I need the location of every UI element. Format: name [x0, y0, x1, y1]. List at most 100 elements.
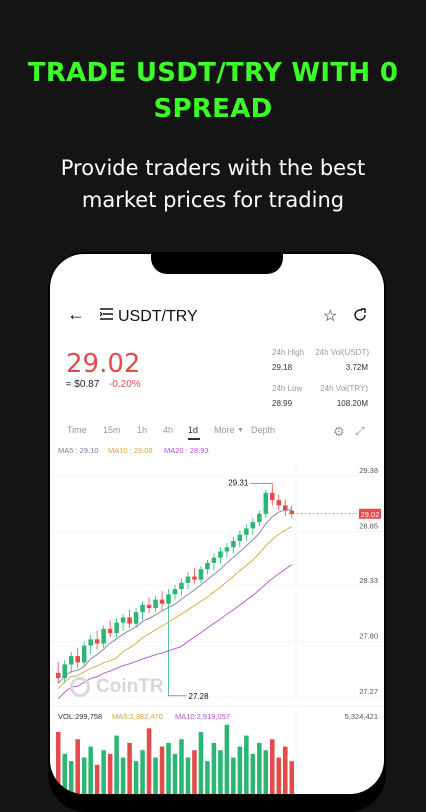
menu-list-icon[interactable] [99, 307, 113, 320]
tab-1d[interactable]: 1d [188, 425, 198, 435]
vol-label: VOL:299,758 [58, 712, 103, 721]
ma20-label: MA20 : 28.93 [164, 446, 209, 455]
candle-body [237, 534, 243, 541]
candle-body [94, 639, 100, 644]
stat-low-value: 28.99 [272, 399, 293, 408]
volume-bar [192, 750, 197, 794]
candle-body [205, 562, 210, 570]
stat-vol-try-label: 24h Vol(TRY) [320, 384, 368, 393]
price-change: -0.20% [109, 379, 141, 390]
candle-body [244, 528, 249, 535]
stat-vol-usdt-label: 24h Vol(USDT) [315, 348, 369, 357]
candle-body [68, 656, 74, 665]
tab-time[interactable]: Time [67, 425, 87, 435]
candle-body [159, 599, 165, 604]
promo-headline-line2: SPREAD [153, 94, 273, 124]
volume-bar [107, 753, 113, 794]
candle-body [289, 510, 295, 514]
volume-bar [237, 746, 243, 794]
candle-body [114, 622, 119, 634]
volume-bar [94, 764, 100, 794]
volume-bar [81, 757, 87, 794]
settings-icon[interactable]: ⚙ [333, 424, 345, 440]
candle-body [198, 569, 204, 580]
candle-body [185, 576, 191, 583]
stat-vol-try-value: 108.20M [336, 399, 368, 408]
phone-notch [151, 254, 283, 274]
volume-bar [159, 746, 165, 794]
volume-bar [127, 742, 132, 794]
candle-body [211, 557, 217, 563]
vol-ma5-label: MA5:2,382,470 [112, 712, 163, 721]
volume-bar [120, 757, 126, 794]
tab-depth[interactable]: Depth [251, 425, 275, 435]
y-tick-label: 27.27 [359, 687, 378, 696]
volume-bar [133, 761, 139, 794]
volume-bar [250, 753, 256, 794]
volume-bar [218, 750, 223, 794]
candle-body [101, 628, 106, 644]
volume-bar [185, 757, 191, 794]
volume-bar [140, 750, 145, 794]
candle-body [276, 500, 282, 506]
stat-high-label: 24h High [272, 348, 305, 357]
tab-active-underline [188, 438, 200, 440]
volume-bar [172, 753, 178, 794]
volume-bar [211, 742, 217, 794]
volume-bar [75, 739, 80, 794]
volume-bar [198, 731, 204, 794]
candle-body [263, 492, 269, 514]
volume-bar [179, 739, 184, 794]
candle-body [140, 604, 145, 613]
y-tick-label: 28.85 [359, 522, 378, 531]
candle-body [257, 513, 262, 523]
volume-bar [224, 724, 230, 794]
ma10-label: MA10 : 29.08 [108, 446, 153, 455]
volume-bar [146, 728, 152, 794]
candle-body [133, 612, 139, 624]
candle-body [250, 522, 256, 529]
promo-subline: Provide traders with the best market pri… [0, 152, 426, 216]
vol-max-label: 5,324,421 [344, 712, 378, 721]
volume-bar [114, 735, 119, 794]
vol-ma10-label: MA10:2,919,057 [175, 712, 231, 721]
volume-bar [257, 742, 262, 794]
volume-bar [166, 742, 171, 794]
tab-15m[interactable]: 15m [103, 425, 121, 435]
tab-more[interactable]: More [214, 425, 235, 435]
ma5-label: MA5 : 29.10 [58, 446, 99, 455]
volume-bar [101, 750, 106, 794]
candle-body [55, 672, 61, 679]
share-icon[interactable] [353, 308, 367, 327]
back-arrow-icon[interactable]: ← [67, 304, 85, 325]
watermark: CoinTR [96, 676, 164, 697]
candle-body [172, 589, 178, 595]
candle-body [270, 492, 275, 501]
volume-bar [205, 761, 210, 794]
current-price-text: 29.02 [361, 510, 380, 519]
candle-body [224, 547, 230, 552]
phone-screen: ← USDT/TRY ☆ 29.02 ≈ $0.87 -0.20% 24h Hi… [50, 254, 384, 794]
volume-bar [88, 746, 93, 794]
promo-headline-line1: TRADE USDT/TRY WITH 0 [27, 58, 399, 88]
volume-bar [244, 735, 249, 794]
promo-subline-line1: Provide traders with the best [60, 156, 366, 180]
pair-title[interactable]: USDT/TRY [118, 308, 198, 326]
stat-high-value: 29.18 [272, 363, 293, 372]
candle-body [231, 540, 236, 548]
stat-vol-usdt-value: 3.72M [345, 363, 368, 372]
candle-body [146, 604, 152, 608]
candle-body [192, 576, 197, 580]
volume-bar [276, 757, 282, 794]
tab-1h[interactable]: 1h [137, 425, 147, 435]
promo-headline: TRADE USDT/TRY WITH 0 SPREAD [0, 55, 426, 127]
fiat-price: ≈ $0.87 [66, 379, 100, 390]
price-chart[interactable]: 29.38 28.85 28.33 27.80 27.27 29.02 29.31 27.28 [50, 459, 384, 794]
volume-bar [55, 731, 61, 794]
volume-bar [153, 757, 158, 794]
fullscreen-icon[interactable]: ⤢ [355, 424, 365, 439]
star-icon[interactable]: ☆ [323, 306, 337, 326]
ma20-line [57, 564, 293, 700]
stat-low-label: 24h Low [272, 384, 303, 393]
tab-4h[interactable]: 4h [163, 425, 173, 435]
